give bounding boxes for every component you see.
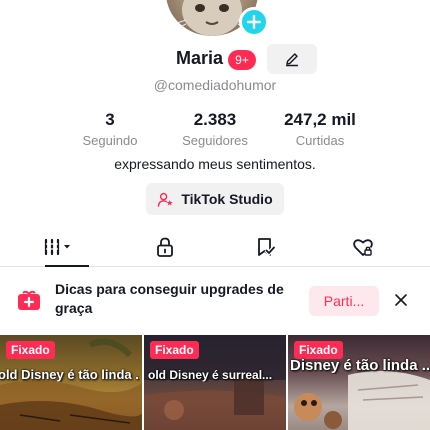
stat-value: 2.383 bbox=[193, 110, 237, 129]
notification-badge[interactable]: 9+ bbox=[228, 50, 256, 70]
name-row: Maria 9+ bbox=[0, 44, 430, 74]
video-caption: old Disney é surreal... bbox=[148, 368, 273, 382]
stat-followers[interactable]: 2.383 Seguidores bbox=[160, 110, 270, 148]
video-thumbnail[interactable]: Fixado Disney é tão linda ... bbox=[288, 335, 430, 430]
pinned-badge: Fixado bbox=[6, 341, 55, 359]
plus-icon bbox=[247, 15, 261, 29]
add-avatar-button[interactable] bbox=[239, 7, 269, 37]
pinned-badge: Fixado bbox=[150, 341, 199, 359]
stat-label: Curtidas bbox=[295, 133, 345, 148]
stat-value: 3 bbox=[105, 110, 115, 129]
active-tab-indicator bbox=[45, 265, 89, 267]
stat-value: 247,2 mil bbox=[284, 110, 356, 129]
bio: expressando meus sentimentos. bbox=[114, 156, 316, 172]
lock-icon bbox=[157, 237, 173, 257]
stat-likes[interactable]: 247,2 mil Curtidas bbox=[265, 110, 375, 148]
stat-label: Seguidores bbox=[182, 133, 248, 148]
close-icon[interactable] bbox=[392, 291, 410, 309]
liked-heart-icon bbox=[353, 239, 373, 256]
tip-text: Dicas para conseguir upgrades de graça bbox=[55, 281, 284, 316]
video-caption: old Disney é tão linda ... bbox=[0, 367, 140, 382]
studio-star-icon bbox=[158, 192, 174, 207]
upgrade-tip-banner[interactable]: Dicas para conseguir upgrades de graça P… bbox=[0, 268, 430, 332]
username: @comediadohumor bbox=[153, 77, 277, 93]
stat-label: Seguindo bbox=[82, 133, 138, 148]
tab-liked[interactable] bbox=[323, 227, 403, 267]
profile-tabs bbox=[0, 227, 430, 267]
videos-grid-icon bbox=[44, 238, 70, 256]
tiktok-studio-label: TikTok Studio bbox=[181, 191, 273, 207]
tip-participate-button[interactable]: Parti... bbox=[309, 286, 379, 316]
tab-videos[interactable] bbox=[18, 227, 98, 267]
gift-icon bbox=[18, 290, 40, 310]
video-thumbnail[interactable]: Fixado old Disney é tão linda ... bbox=[0, 335, 142, 430]
video-grid: Fixado old Disney é tão linda ... Fixado… bbox=[0, 335, 430, 430]
video-caption: Disney é tão linda ... bbox=[290, 357, 430, 374]
bookmark-icon bbox=[258, 238, 276, 256]
edit-profile-button[interactable] bbox=[267, 44, 317, 74]
stat-following[interactable]: 3 Seguindo bbox=[55, 110, 165, 148]
avatar-container[interactable] bbox=[166, 0, 269, 40]
profile-name: Maria bbox=[176, 48, 224, 68]
tiktok-studio-button[interactable]: TikTok Studio bbox=[146, 183, 284, 215]
pencil-icon bbox=[286, 53, 298, 67]
tab-saved[interactable] bbox=[225, 227, 305, 267]
video-thumbnail[interactable]: Fixado old Disney é surreal... bbox=[144, 335, 286, 430]
tab-private[interactable] bbox=[125, 227, 205, 267]
